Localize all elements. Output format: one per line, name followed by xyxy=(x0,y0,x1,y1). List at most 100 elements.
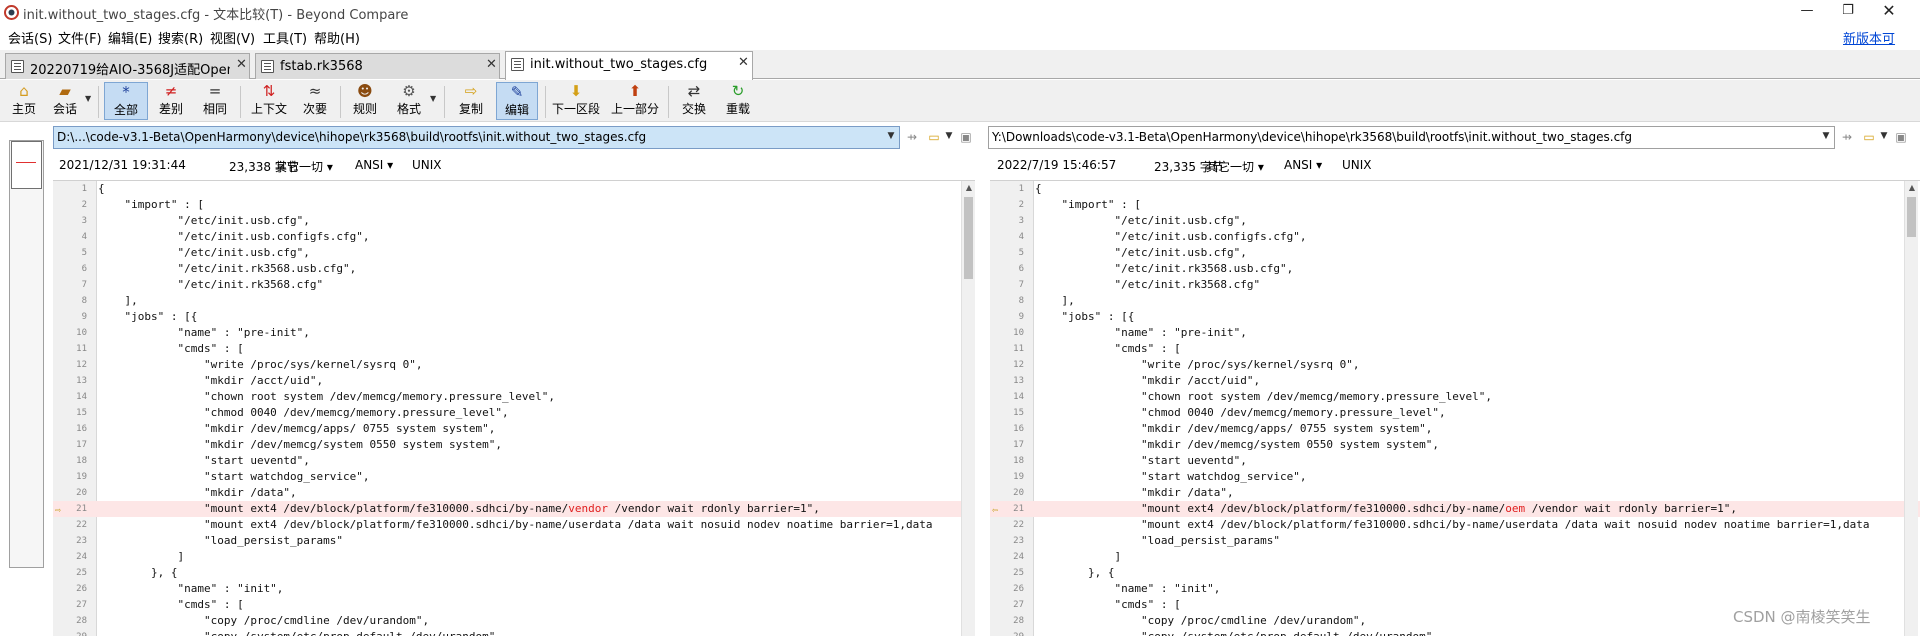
left-filter-dropdown[interactable]: 其它一切 ▾ xyxy=(275,158,333,175)
code-line[interactable]: 14 "chown root system /dev/memcg/memory.… xyxy=(53,389,975,405)
edit-button[interactable]: ✎ 编辑 xyxy=(496,82,538,120)
context-button[interactable]: ⇅ 上下文 xyxy=(246,82,292,120)
scroll-up-arrow-icon[interactable]: ▲ xyxy=(1905,181,1919,195)
code-line[interactable]: 6 "/etc/init.rk3568.usb.cfg", xyxy=(53,261,975,277)
tab-close-button[interactable]: ✕ xyxy=(738,55,749,70)
code-line[interactable]: 26 "name" : "init", xyxy=(53,581,975,597)
code-line[interactable]: 19 "start watchdog_service", xyxy=(53,469,975,485)
thumbnail-overview[interactable] xyxy=(9,140,44,568)
code-line[interactable]: 7 "/etc/init.rk3568.cfg" xyxy=(53,277,975,293)
menu-view[interactable]: 视图(V) xyxy=(210,28,255,47)
left-text-pane[interactable]: 1{2 "import" : [3 "/etc/init.usb.cfg", 4 … xyxy=(53,180,975,636)
code-line[interactable]: 18 "start ueventd", xyxy=(990,453,1920,469)
right-text-pane[interactable]: 1{2 "import" : [3 "/etc/init.usb.cfg", 4 … xyxy=(990,180,1920,636)
code-line[interactable]: 8 ], xyxy=(990,293,1920,309)
right-vertical-scrollbar[interactable]: ▲ xyxy=(1904,181,1918,636)
code-line[interactable]: 24 ] xyxy=(53,549,975,565)
tab-session[interactable]: 20220719给AIO-3568J适配OpenH... ✕ xyxy=(5,53,250,79)
code-line[interactable]: 10 "name" : "pre-init", xyxy=(53,325,975,341)
code-line[interactable]: 16 "mkdir /dev/memcg/apps/ 0755 system s… xyxy=(990,421,1920,437)
menu-help[interactable]: 帮助(H) xyxy=(314,28,360,47)
menu-file[interactable]: 文件(F) xyxy=(58,28,102,47)
session-dropdown-arrow[interactable]: ▼ xyxy=(85,94,91,103)
right-scroll-thumb[interactable] xyxy=(1907,197,1916,237)
tab-close-button[interactable]: ✕ xyxy=(236,57,247,72)
session-button[interactable]: ▰ 会话 xyxy=(46,82,84,120)
code-line[interactable]: 7 "/etc/init.rk3568.cfg" xyxy=(990,277,1920,293)
code-line[interactable]: 25 }, { xyxy=(53,565,975,581)
swap-button[interactable]: ⇄ 交换 xyxy=(674,82,714,120)
code-line[interactable]: 1{ xyxy=(990,181,1920,197)
right-code-lines[interactable]: 1{2 "import" : [3 "/etc/init.usb.cfg", 4 … xyxy=(990,181,1920,636)
minimize-button[interactable]: — xyxy=(1784,0,1830,25)
code-line[interactable]: 16 "mkdir /dev/memcg/apps/ 0755 system s… xyxy=(53,421,975,437)
code-line[interactable]: 11 "cmds" : [ xyxy=(990,341,1920,357)
code-line[interactable]: 15 "chmod 0040 /dev/memcg/memory.pressur… xyxy=(53,405,975,421)
reload-button[interactable]: ↻ 重载 xyxy=(718,82,758,120)
code-line[interactable]: 19 "start watchdog_service", xyxy=(990,469,1920,485)
code-line[interactable]: 18 "start ueventd", xyxy=(53,453,975,469)
copy-button[interactable]: ⇨ 复制 xyxy=(451,82,491,120)
code-line[interactable]: 6 "/etc/init.rk3568.usb.cfg", xyxy=(990,261,1920,277)
code-line[interactable]: 23 "load_persist_params" xyxy=(53,533,975,549)
code-line[interactable]: 2 "import" : [ xyxy=(53,197,975,213)
scroll-up-arrow-icon[interactable]: ▲ xyxy=(962,181,975,195)
code-line[interactable]: 14 "chown root system /dev/memcg/memory.… xyxy=(990,389,1920,405)
code-line[interactable]: 5 "/etc/init.usb.cfg", xyxy=(53,245,975,261)
format-dropdown-arrow[interactable]: ▼ xyxy=(430,94,436,103)
code-line[interactable]: 10 "name" : "pre-init", xyxy=(990,325,1920,341)
code-line[interactable]: 23 "load_persist_params" xyxy=(990,533,1920,549)
right-path-input[interactable]: Y:\Downloads\code-v3.1-Beta\OpenHarmony\… xyxy=(988,126,1835,149)
thumbnail-viewport[interactable] xyxy=(11,141,42,189)
right-encoding-dropdown[interactable]: ANSI ▾ xyxy=(1284,158,1322,172)
right-line-ending[interactable]: UNIX xyxy=(1342,158,1372,172)
menu-edit[interactable]: 编辑(E) xyxy=(108,28,152,47)
code-line[interactable]: 24 ] xyxy=(990,549,1920,565)
right-filter-dropdown[interactable]: 其它一切 ▾ xyxy=(1206,158,1264,175)
diff-line[interactable]: ⇨ 21 "mount ext4 /dev/block/platform/fe31… xyxy=(53,501,975,517)
code-line[interactable]: 13 "mkdir /acct/uid", xyxy=(53,373,975,389)
show-all-button[interactable]: * 全部 xyxy=(104,82,148,120)
code-line[interactable]: 11 "cmds" : [ xyxy=(53,341,975,357)
tab-init-cfg[interactable]: init.without_two_stages.cfg ✕ xyxy=(505,51,753,80)
left-save-icon[interactable]: ▣ xyxy=(957,128,975,146)
code-line[interactable]: 15 "chmod 0040 /dev/memcg/memory.pressur… xyxy=(990,405,1920,421)
code-line[interactable]: 3 "/etc/init.usb.cfg", xyxy=(990,213,1920,229)
code-line[interactable]: 27 "cmds" : [ xyxy=(53,597,975,613)
left-path-dropdown-arrow[interactable]: ▼ xyxy=(885,131,897,141)
rules-button[interactable]: ☻ 规则 xyxy=(346,82,384,120)
code-line[interactable]: 8 ], xyxy=(53,293,975,309)
code-line[interactable]: 17 "mkdir /dev/memcg/system 0550 system … xyxy=(990,437,1920,453)
code-line[interactable]: 13 "mkdir /acct/uid", xyxy=(990,373,1920,389)
format-button[interactable]: ⚙ 格式 xyxy=(390,82,428,120)
show-same-button[interactable]: = 相同 xyxy=(196,82,234,120)
code-line[interactable]: 29 "copy /system/etc/prop.default /dev/u… xyxy=(990,629,1920,636)
left-browse-history-icon[interactable]: ⇸ xyxy=(903,128,921,146)
right-open-dropdown-arrow[interactable]: ▼ xyxy=(1878,131,1890,141)
left-open-dropdown-arrow[interactable]: ▼ xyxy=(943,131,955,141)
next-section-button[interactable]: ⬇ 下一区段 xyxy=(550,82,602,120)
left-line-ending[interactable]: UNIX xyxy=(412,158,442,172)
close-window-button[interactable]: ✕ xyxy=(1866,0,1912,25)
left-code-lines[interactable]: 1{2 "import" : [3 "/etc/init.usb.cfg", 4 … xyxy=(53,181,975,636)
code-line[interactable]: 25 }, { xyxy=(990,565,1920,581)
right-open-folder-icon[interactable]: ▭ xyxy=(1860,128,1878,146)
right-path-dropdown-arrow[interactable]: ▼ xyxy=(1820,131,1832,141)
code-line[interactable]: 28 "copy /proc/cmdline /dev/urandom", xyxy=(53,613,975,629)
maximize-button[interactable]: ❐ xyxy=(1825,0,1871,25)
code-line[interactable]: 5 "/etc/init.usb.cfg", xyxy=(990,245,1920,261)
tab-fstab[interactable]: fstab.rk3568 ✕ xyxy=(255,53,500,79)
code-line[interactable]: 17 "mkdir /dev/memcg/system 0550 system … xyxy=(53,437,975,453)
right-save-icon[interactable]: ▣ xyxy=(1892,128,1910,146)
code-line[interactable]: 9 "jobs" : [{ xyxy=(990,309,1920,325)
code-line[interactable]: 9 "jobs" : [{ xyxy=(53,309,975,325)
menu-tools[interactable]: 工具(T) xyxy=(263,28,307,47)
code-line[interactable]: 4 "/etc/init.usb.configfs.cfg", xyxy=(990,229,1920,245)
tab-close-button[interactable]: ✕ xyxy=(486,57,497,72)
code-line[interactable]: 20 "mkdir /data", xyxy=(990,485,1920,501)
code-line[interactable]: 22 "mount ext4 /dev/block/platform/fe310… xyxy=(990,517,1920,533)
left-vertical-scrollbar[interactable]: ▲ xyxy=(961,181,975,636)
home-button[interactable]: ⌂ 主页 xyxy=(5,82,43,120)
code-line[interactable]: 1{ xyxy=(53,181,975,197)
code-line[interactable]: 4 "/etc/init.usb.configfs.cfg", xyxy=(53,229,975,245)
